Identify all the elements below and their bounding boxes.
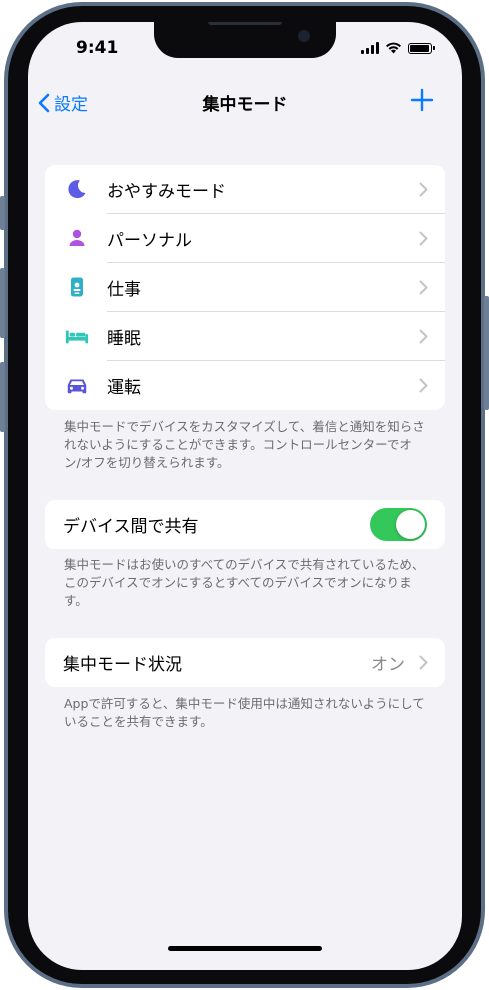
page-title: 集中モード <box>202 95 288 115</box>
person-icon <box>65 226 89 250</box>
bed-icon <box>65 324 89 348</box>
silent-switch <box>0 196 5 230</box>
status-icons <box>361 42 435 54</box>
volume-down-button <box>0 362 5 432</box>
car-icon <box>65 373 89 397</box>
focus-item-personal[interactable]: パーソナル <box>45 214 445 263</box>
status-time: 9:41 <box>76 38 119 58</box>
focus-item-label: おやすみモード <box>107 182 226 202</box>
chevron-right-icon <box>419 655 428 670</box>
focus-status-row[interactable]: 集中モード状況 オン <box>45 638 445 687</box>
screen: 9:41 設定 集中モード おやすみモード パーソナル 仕事 睡眠 運転 集中モ… <box>28 22 462 970</box>
focus-item-label: 仕事 <box>107 280 141 300</box>
focus-status-group: 集中モード状況 オン <box>45 638 445 687</box>
focus-item-label: 運転 <box>107 378 141 398</box>
focus-item-label: パーソナル <box>107 231 192 251</box>
chevron-right-icon <box>419 280 428 295</box>
toggle-knob <box>396 510 425 539</box>
chevron-right-icon <box>419 182 428 197</box>
home-indicator[interactable] <box>168 946 322 951</box>
share-across-devices-label: デバイス間で共有 <box>63 517 199 537</box>
focus-item-sleep[interactable]: 睡眠 <box>45 312 445 361</box>
earpiece-speaker <box>208 22 282 25</box>
focus-status-value: オン <box>371 655 405 675</box>
plus-icon <box>410 88 434 112</box>
chevron-right-icon <box>419 329 428 344</box>
cellular-signal-icon <box>361 42 379 54</box>
volume-up-button <box>0 268 5 338</box>
front-camera <box>298 30 310 42</box>
focus-item-work[interactable]: 仕事 <box>45 263 445 312</box>
share-across-devices-row: デバイス間で共有 <box>45 500 445 549</box>
moon-icon <box>65 177 89 201</box>
focus-status-label: 集中モード状況 <box>63 655 182 675</box>
chevron-right-icon <box>419 231 428 246</box>
add-focus-button[interactable] <box>408 86 436 114</box>
battery-icon <box>408 42 435 54</box>
id-badge-icon <box>65 275 89 299</box>
focus-item-do-not-disturb[interactable]: おやすみモード <box>45 165 445 214</box>
focus-status-footnote: Appで許可すると、集中モード使用中は通知されないようにしていることを共有できま… <box>64 696 425 729</box>
chevron-right-icon <box>419 378 428 393</box>
wifi-icon <box>386 42 401 54</box>
focus-modes-footnote: 集中モードでデバイスをカスタマイズして、着信と通知を知らされないようにすることが… <box>64 419 425 470</box>
power-button <box>484 296 489 410</box>
share-across-devices-toggle[interactable] <box>370 508 427 541</box>
focus-item-driving[interactable]: 運転 <box>45 361 445 410</box>
share-across-devices-footnote: 集中モードはお使いのすべてのデバイスで共有されているため、このデバイスでオンにす… <box>64 557 425 608</box>
notch <box>154 22 336 58</box>
focus-modes-list: おやすみモード パーソナル 仕事 睡眠 運転 <box>45 165 445 410</box>
share-across-devices-group: デバイス間で共有 <box>45 500 445 549</box>
focus-item-label: 睡眠 <box>107 329 141 349</box>
